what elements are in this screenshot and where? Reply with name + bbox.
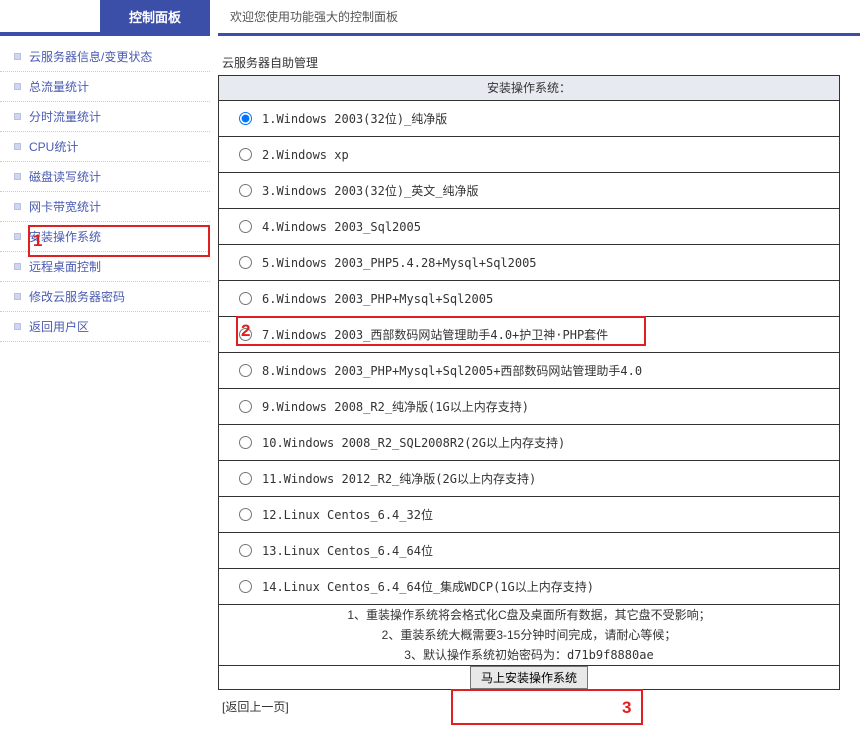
os-radio[interactable]	[239, 508, 252, 521]
sidebar-item-server-info[interactable]: 云服务器信息/变更状态	[0, 42, 210, 72]
sidebar-item-cpu[interactable]: CPU统计	[0, 132, 210, 162]
os-option-label: 10.Windows 2008_R2_SQL2008R2(2G以上内存支持)	[262, 434, 565, 451]
sidebar-item-label: 网卡带宽统计	[29, 198, 101, 215]
os-option-3[interactable]: 3.Windows 2003(32位)_英文_纯净版	[219, 173, 839, 208]
os-option-label: 2.Windows xp	[262, 148, 349, 162]
sidebar-item-label: 磁盘读写统计	[29, 168, 101, 185]
os-radio[interactable]	[239, 544, 252, 557]
sidebar-item-label: CPU统计	[29, 138, 78, 155]
sidebar-item-label: 远程桌面控制	[29, 258, 101, 275]
sidebar-item-label: 安装操作系统	[29, 228, 101, 245]
os-radio[interactable]	[239, 472, 252, 485]
note-line: 3、默认操作系统初始密码为：d71b9f8880ae	[219, 645, 839, 665]
bullet-icon	[14, 203, 21, 210]
install-notes: 1、重装操作系统将会格式化C盘及桌面所有数据，其它盘不受影响； 2、重装系统大概…	[219, 605, 840, 666]
bullet-icon	[14, 113, 21, 120]
bullet-icon	[14, 293, 21, 300]
sidebar-item-disk[interactable]: 磁盘读写统计	[0, 162, 210, 192]
os-option-9[interactable]: 9.Windows 2008_R2_纯净版(1G以上内存支持)	[219, 389, 839, 424]
bullet-icon	[14, 83, 21, 90]
sidebar-item-label: 云服务器信息/变更状态	[29, 48, 152, 65]
bullet-icon	[14, 173, 21, 180]
sidebar-item-label: 返回用户区	[29, 318, 89, 335]
os-option-label: 4.Windows 2003_Sql2005	[262, 220, 421, 234]
sidebar-item-label: 总流量统计	[29, 78, 89, 95]
sidebar-item-label: 分时流量统计	[29, 108, 101, 125]
bullet-icon	[14, 233, 21, 240]
sidebar-item-remote-desktop[interactable]: 远程桌面控制	[0, 252, 210, 282]
section-title: 云服务器自助管理	[222, 54, 860, 71]
os-option-6[interactable]: 6.Windows 2003_PHP+Mysql+Sql2005	[219, 281, 839, 316]
os-option-10[interactable]: 10.Windows 2008_R2_SQL2008R2(2G以上内存支持)	[219, 425, 839, 460]
os-install-table: 安装操作系统： 1.Windows 2003(32位)_纯净版 2.Window…	[218, 75, 840, 690]
os-option-label: 8.Windows 2003_PHP+Mysql+Sql2005+西部数码网站管…	[262, 362, 642, 379]
os-option-label: 5.Windows 2003_PHP5.4.28+Mysql+Sql2005	[262, 256, 537, 270]
os-option-label: 9.Windows 2008_R2_纯净版(1G以上内存支持)	[262, 398, 529, 415]
os-radio[interactable]	[239, 148, 252, 161]
os-option-13[interactable]: 13.Linux Centos_6.4_64位	[219, 533, 839, 568]
install-now-button[interactable]: 马上安装操作系统	[470, 666, 588, 689]
os-option-1[interactable]: 1.Windows 2003(32位)_纯净版	[219, 101, 839, 136]
os-option-label: 7.Windows 2003_西部数码网站管理助手4.0+护卫神·PHP套件	[262, 326, 608, 343]
os-radio[interactable]	[239, 292, 252, 305]
sidebar-item-total-traffic[interactable]: 总流量统计	[0, 72, 210, 102]
os-option-label: 6.Windows 2003_PHP+Mysql+Sql2005	[262, 292, 493, 306]
back-link[interactable]: [返回上一页]	[222, 698, 860, 715]
os-option-label: 11.Windows 2012_R2_纯净版(2G以上内存支持)	[262, 470, 536, 487]
os-radio[interactable]	[239, 256, 252, 269]
os-option-11[interactable]: 11.Windows 2012_R2_纯净版(2G以上内存支持)	[219, 461, 839, 496]
os-option-label: 1.Windows 2003(32位)_纯净版	[262, 110, 447, 127]
note-line: 2、重装系统大概需要3-15分钟时间完成，请耐心等候；	[219, 625, 839, 645]
os-option-2[interactable]: 2.Windows xp	[219, 137, 839, 172]
os-option-label: 13.Linux Centos_6.4_64位	[262, 542, 433, 559]
os-option-5[interactable]: 5.Windows 2003_PHP5.4.28+Mysql+Sql2005	[219, 245, 839, 280]
os-radio[interactable]	[239, 364, 252, 377]
default-password: d71b9f8880ae	[567, 648, 654, 662]
sidebar-title: 控制面板	[100, 0, 210, 36]
os-radio[interactable]	[239, 112, 252, 125]
os-option-4[interactable]: 4.Windows 2003_Sql2005	[219, 209, 839, 244]
os-option-label: 12.Linux Centos_6.4_32位	[262, 506, 433, 523]
sidebar-item-bandwidth[interactable]: 网卡带宽统计	[0, 192, 210, 222]
sidebar-item-hourly-traffic[interactable]: 分时流量统计	[0, 102, 210, 132]
page-title: 欢迎您使用功能强大的控制面板	[230, 8, 398, 25]
note-line: 1、重装操作系统将会格式化C盘及桌面所有数据，其它盘不受影响；	[219, 605, 839, 625]
os-table-header: 安装操作系统：	[219, 76, 840, 101]
os-option-8[interactable]: 8.Windows 2003_PHP+Mysql+Sql2005+西部数码网站管…	[219, 353, 839, 388]
os-radio[interactable]	[239, 400, 252, 413]
sidebar-item-label: 修改云服务器密码	[29, 288, 125, 305]
sidebar-menu: 云服务器信息/变更状态 总流量统计 分时流量统计 CPU统计 磁盘读写统计 网卡…	[0, 42, 210, 342]
os-option-7[interactable]: 7.Windows 2003_西部数码网站管理助手4.0+护卫神·PHP套件	[219, 317, 839, 352]
bullet-icon	[14, 263, 21, 270]
os-option-14[interactable]: 14.Linux Centos_6.4_64位_集成WDCP(1G以上内存支持)	[219, 569, 839, 604]
os-radio[interactable]	[239, 184, 252, 197]
os-radio[interactable]	[239, 328, 252, 341]
os-option-12[interactable]: 12.Linux Centos_6.4_32位	[219, 497, 839, 532]
sidebar-item-install-os[interactable]: 安装操作系统	[0, 222, 210, 252]
bullet-icon	[14, 53, 21, 60]
bullet-icon	[14, 323, 21, 330]
os-option-label: 3.Windows 2003(32位)_英文_纯净版	[262, 182, 479, 199]
sidebar-item-change-password[interactable]: 修改云服务器密码	[0, 282, 210, 312]
bullet-icon	[14, 143, 21, 150]
os-radio[interactable]	[239, 220, 252, 233]
os-radio[interactable]	[239, 580, 252, 593]
sidebar-item-return-user[interactable]: 返回用户区	[0, 312, 210, 342]
os-radio[interactable]	[239, 436, 252, 449]
os-option-label: 14.Linux Centos_6.4_64位_集成WDCP(1G以上内存支持)	[262, 578, 594, 595]
